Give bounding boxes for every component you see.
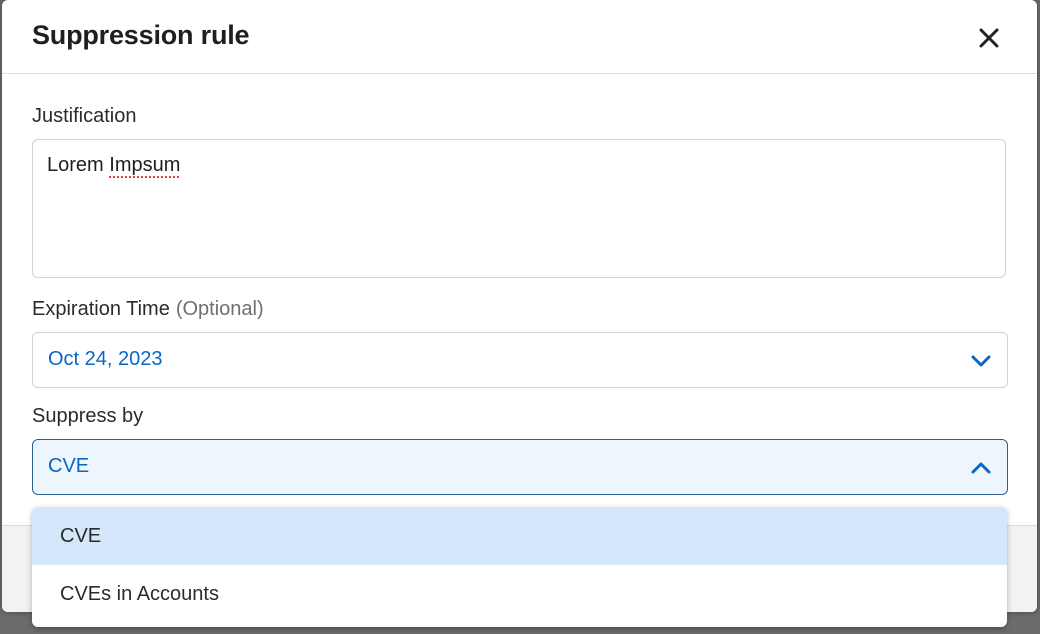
justification-textarea[interactable]: Lorem Impsum	[32, 139, 1006, 278]
option-cve[interactable]: CVE	[32, 507, 1007, 565]
suppress-by-value: CVE	[48, 455, 90, 477]
expiration-date-value: Oct 24, 2023	[48, 348, 163, 370]
dialog-header: Suppression rule	[2, 0, 1037, 74]
expiration-time-label: Expiration Time (Optional)	[32, 298, 264, 321]
suppress-by-label: Suppress by	[32, 405, 144, 427]
close-button[interactable]	[970, 20, 1008, 56]
chevron-up-icon	[971, 462, 991, 474]
close-icon	[979, 28, 999, 48]
suppress-by-options-menu: CVE CVEs in Accounts	[32, 507, 1007, 627]
justification-text-word: Lorem	[47, 154, 104, 176]
option-cves-in-accounts[interactable]: CVEs in Accounts	[32, 565, 1007, 623]
justification-label: Justification	[32, 105, 137, 127]
optional-hint: (Optional)	[175, 298, 264, 320]
expiration-date-select[interactable]: Oct 24, 2023	[32, 332, 1008, 388]
justification-misspelled-word: Impsum	[109, 154, 181, 176]
dialog-title: Suppression rule	[32, 20, 250, 50]
chevron-down-icon	[971, 355, 991, 367]
expiration-time-label-text: Expiration Time	[32, 298, 170, 320]
suppress-by-select[interactable]: CVE	[32, 439, 1008, 495]
